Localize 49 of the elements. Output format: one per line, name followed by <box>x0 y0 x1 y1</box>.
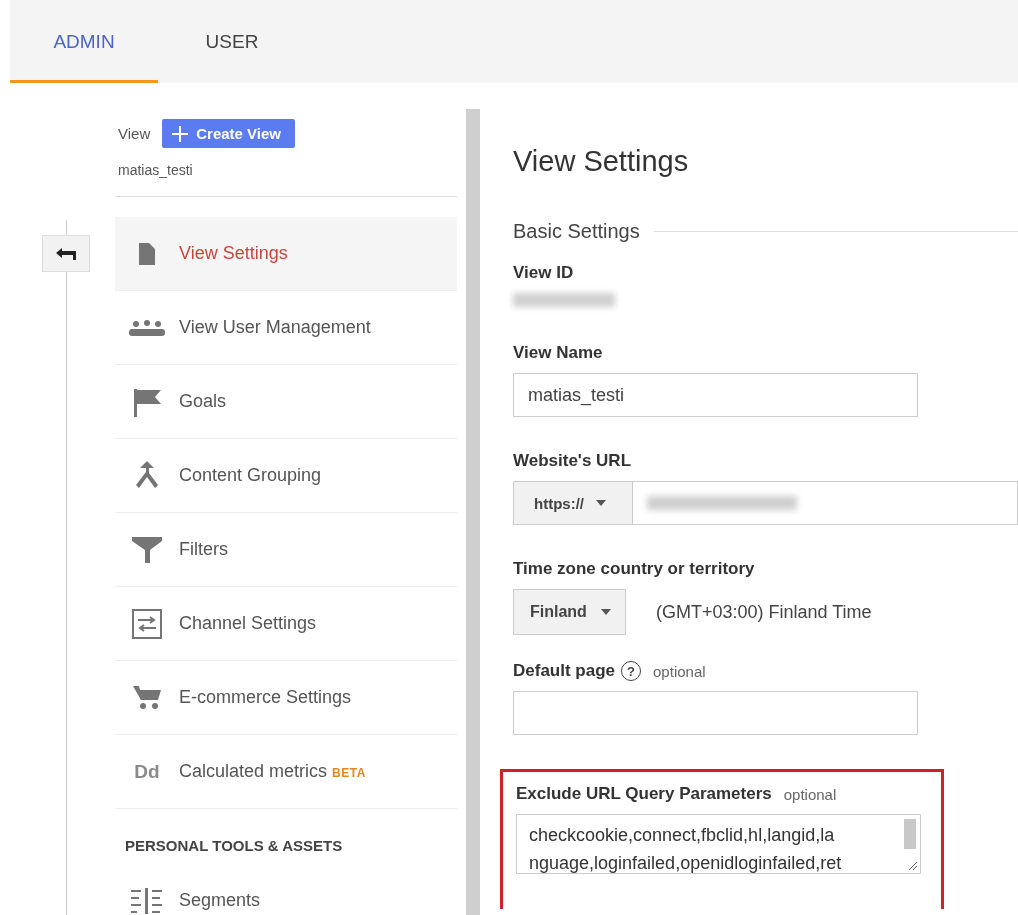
scrollbar[interactable] <box>466 109 480 915</box>
protocol-dropdown[interactable]: https:// <box>513 481 633 525</box>
text-area[interactable]: checkcookie,connect,fbclid,hl,langid,la nguage,loginfailed,openidloginfailed,ret <box>516 814 921 874</box>
field-label: Exclude URL Query Parameters <box>516 784 772 804</box>
filter-icon <box>132 536 162 563</box>
menu-item[interactable]: Content Grouping <box>115 439 457 513</box>
merge-arrow-icon <box>135 460 159 491</box>
cart-icon <box>133 685 161 710</box>
url-field[interactable] <box>633 481 1018 525</box>
page-title: View Settings <box>513 145 690 178</box>
input-field[interactable] <box>513 691 918 735</box>
field-label: View ID <box>513 263 575 283</box>
menu-item[interactable]: Dd Calculated metrics BETA <box>115 735 457 809</box>
field-label: Time zone country or territory <box>513 559 756 579</box>
flag-icon <box>132 386 162 417</box>
country-dropdown[interactable]: Finland <box>513 589 626 635</box>
view-label: View <box>118 125 151 142</box>
field-label: Default page <box>513 661 616 681</box>
document-icon <box>139 242 155 265</box>
create-view-button[interactable]: Create View <box>162 119 296 148</box>
tab[interactable]: USER <box>158 0 306 83</box>
section-title: Basic Settings <box>513 220 640 243</box>
scrollbar-thumb[interactable] <box>904 819 916 849</box>
caret-icon <box>596 500 606 506</box>
people-icon <box>129 319 165 336</box>
menu-item[interactable]: Filters <box>115 513 457 587</box>
resize-grip-icon <box>908 861 918 871</box>
plus-icon <box>172 125 189 142</box>
time-zone-text: (GMT+03:00) Finland Time <box>655 601 872 623</box>
input-field[interactable]: matias_testi <box>513 373 918 417</box>
dd-icon: Dd <box>134 760 160 783</box>
optional-note: optional <box>653 662 706 680</box>
tab[interactable]: ADMIN <box>10 0 158 83</box>
menu-item[interactable]: Channel Settings <box>115 587 457 661</box>
field-label: View Name <box>513 343 604 363</box>
menu-item[interactable]: View User Management <box>115 291 457 365</box>
back-arrow-icon <box>56 247 76 260</box>
caret-icon <box>600 609 611 615</box>
segments-icon <box>131 887 163 914</box>
menu-item[interactable]: Goals <box>115 365 457 439</box>
section-heading: PERSONAL TOOLS & ASSETS <box>124 836 344 856</box>
menu-item[interactable]: E-commerce Settings <box>115 661 457 735</box>
menu-item[interactable]: Segments <box>115 864 457 915</box>
arrows-box-icon <box>132 608 162 639</box>
optional-note: optional <box>783 785 837 803</box>
view-selector[interactable]: matias_testi <box>115 148 457 197</box>
back-button[interactable] <box>42 235 90 272</box>
field-label: Website's URL <box>513 451 633 471</box>
menu-item[interactable]: View Settings <box>115 217 457 291</box>
